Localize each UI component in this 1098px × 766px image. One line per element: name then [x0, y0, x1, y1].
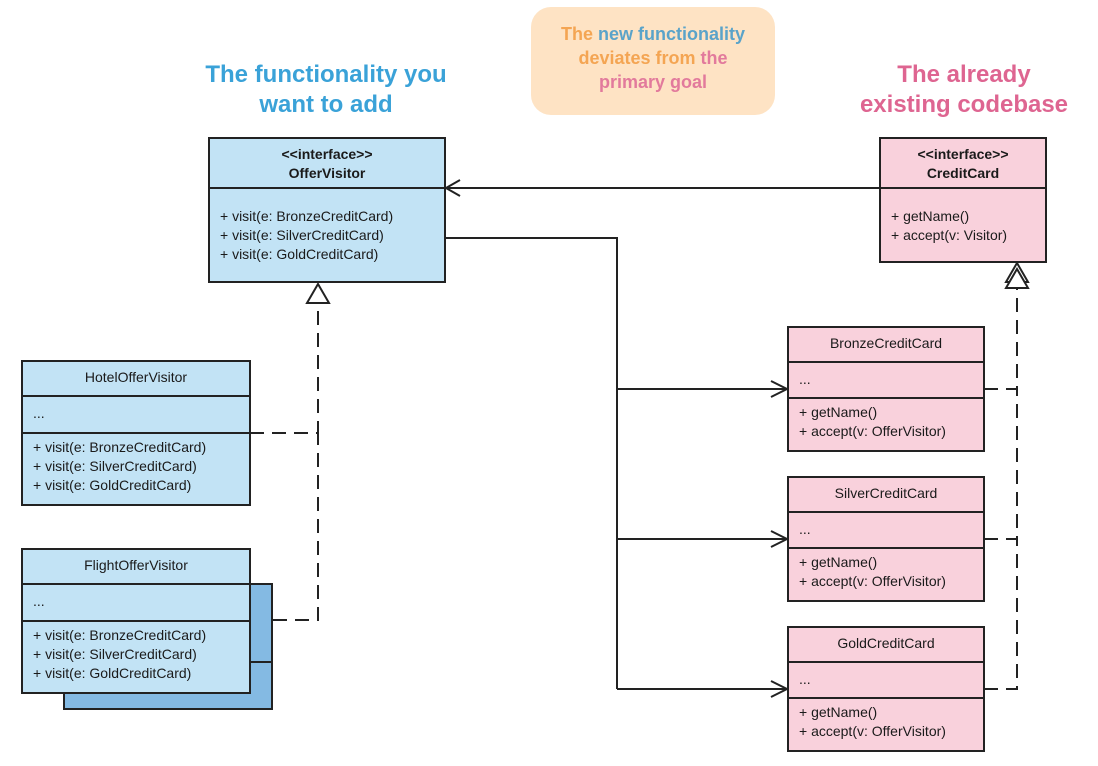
class-method: + getName() [799, 554, 878, 570]
class-name: GoldCreditCard [837, 635, 935, 651]
class-method: + visit(e: GoldCreditCard) [33, 477, 192, 493]
class-attributes: ... [33, 405, 45, 421]
realization-bronze [984, 288, 1018, 390]
class-name: CreditCard [926, 165, 1000, 181]
realization-hotel [250, 303, 319, 434]
class-method: + visit(e: SilverCreditCard) [220, 227, 384, 243]
class-method: + visit(e: SilverCreditCard) [33, 458, 197, 474]
class-method: + visit(e: GoldCreditCard) [33, 665, 192, 681]
title-line: want to add [259, 91, 393, 118]
note-text: The [560, 24, 598, 44]
class-flight-offer-visitor[interactable]: FlightOfferVisitor ... + visit(e: Bronze… [21, 548, 251, 694]
class-method: + getName() [799, 404, 878, 420]
class-stereotype: <<interface>> [917, 146, 1009, 162]
class-name: HotelOfferVisitor [84, 369, 188, 385]
class-hotel-offer-visitor[interactable]: HotelOfferVisitor ... + visit(e: BronzeC… [21, 360, 251, 506]
class-method: + visit(e: BronzeCreditCard) [220, 208, 394, 224]
class-name: FlightOfferVisitor [84, 557, 188, 573]
class-method: + visit(e: GoldCreditCard) [220, 246, 379, 262]
note-text: new functionality [598, 24, 746, 44]
association-offervisitor-cards [445, 237, 618, 689]
hollow-triangle-icon [305, 282, 331, 304]
class-attributes: ... [799, 521, 811, 537]
class-method: + accept(v: OfferVisitor) [799, 573, 946, 589]
class-attributes: ... [33, 593, 45, 609]
class-attributes: ... [799, 671, 811, 687]
class-attributes: ... [799, 371, 811, 387]
note-text: the [700, 48, 728, 68]
class-name: OfferVisitor [288, 165, 366, 181]
class-method: + visit(e: BronzeCreditCard) [33, 627, 207, 643]
title-line: The already [897, 61, 1031, 88]
realization-gold [984, 539, 1018, 690]
title-existing-codebase: The already existing codebase [842, 60, 1086, 120]
class-name: SilverCreditCard [834, 485, 938, 501]
class-method: + accept(v: Visitor) [891, 227, 1008, 243]
class-bronze-credit-card[interactable]: BronzeCreditCard ... + getName() + accep… [787, 326, 985, 452]
class-method: + accept(v: OfferVisitor) [799, 423, 946, 439]
class-method: + getName() [799, 704, 878, 720]
title-line: existing codebase [859, 91, 1069, 118]
class-offer-visitor[interactable]: <<interface>> OfferVisitor + visit(e: Br… [208, 137, 446, 283]
class-method: + visit(e: SilverCreditCard) [33, 646, 197, 662]
class-silver-credit-card[interactable]: SilverCreditCard ... + getName() + accep… [787, 476, 985, 602]
class-method: + getName() [891, 208, 970, 224]
realization-flight [273, 433, 319, 621]
class-name: BronzeCreditCard [829, 335, 943, 351]
note-text: deviates from [578, 48, 701, 68]
class-stereotype: <<interface>> [281, 146, 373, 162]
title-new-functionality: The functionality you want to add [170, 60, 482, 120]
class-credit-card[interactable]: <<interface>> CreditCard + getName() + a… [879, 137, 1047, 263]
realization-silver [984, 389, 1018, 540]
note-text: primary goal [598, 72, 708, 92]
class-method: + visit(e: BronzeCreditCard) [33, 439, 207, 455]
class-gold-credit-card[interactable]: GoldCreditCard ... + getName() + accept(… [787, 626, 985, 752]
class-method: + accept(v: OfferVisitor) [799, 723, 946, 739]
note-callout: The new functionality deviates from the … [531, 7, 775, 115]
title-line: The functionality you [205, 61, 447, 88]
